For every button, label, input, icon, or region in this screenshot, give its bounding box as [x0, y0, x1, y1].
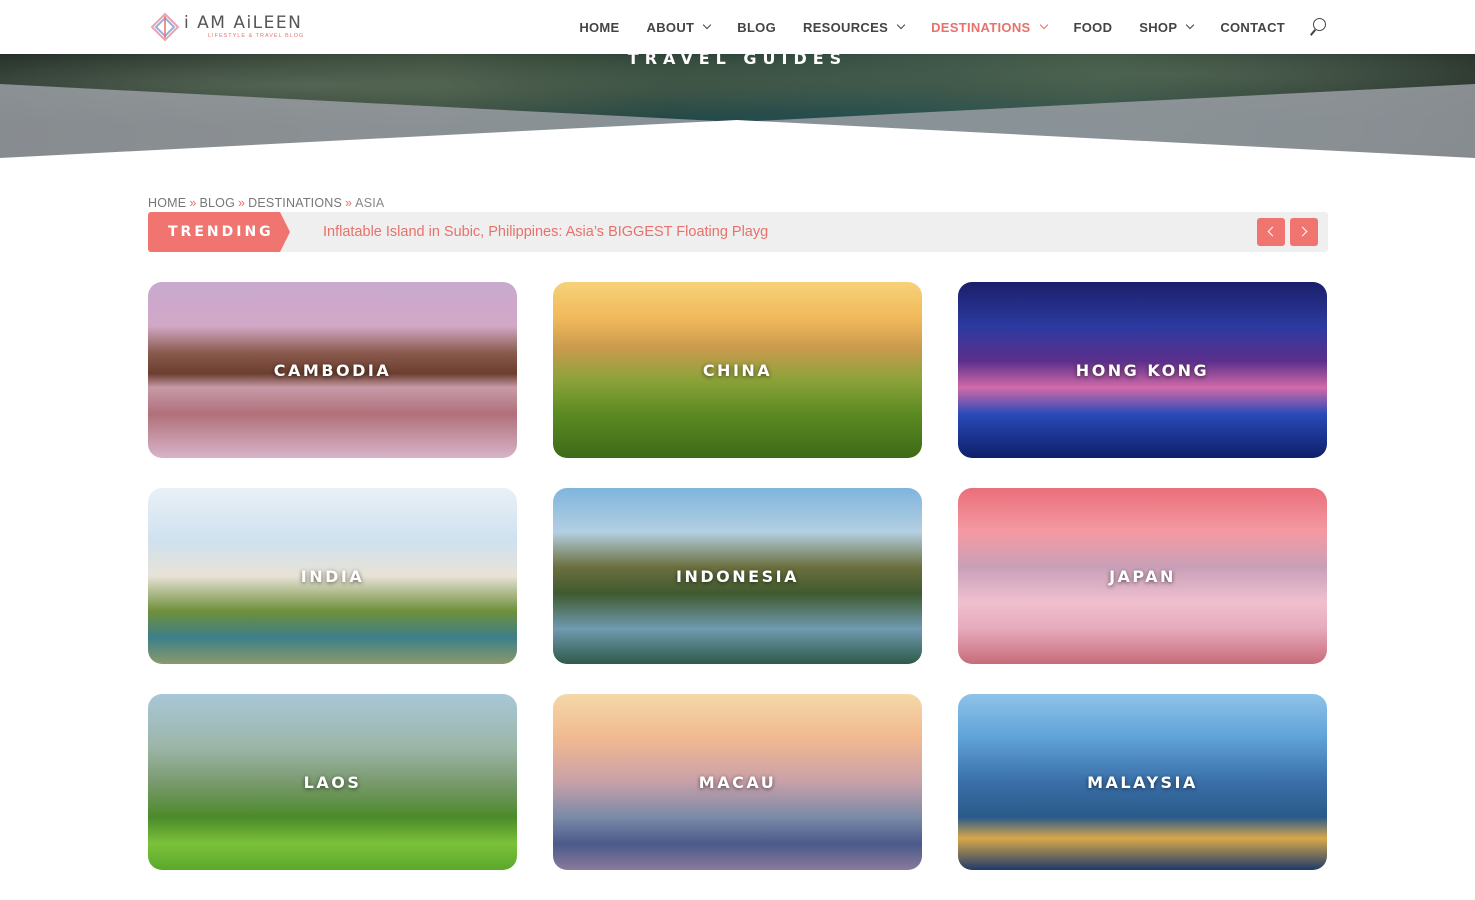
destination-card-macau[interactable]: MACAU [553, 694, 922, 870]
destination-name: CAMBODIA [273, 360, 392, 380]
breadcrumb-separator: » [189, 196, 197, 210]
nav-label: DESTINATIONS [931, 19, 1031, 35]
destination-name: INDONESIA [676, 566, 799, 586]
nav-label: FOOD [1073, 19, 1113, 35]
nav-item-destinations[interactable]: DESTINATIONS [931, 19, 1048, 35]
hero-wave-divider [0, 84, 1475, 158]
logo-text: i AM AiLEEN LIFESTYLE & TRAVEL BLOG [184, 14, 304, 40]
breadcrumb: HOME» BLOG» DESTINATIONS» ASIA [148, 196, 384, 210]
trending-headline-link[interactable]: Inflatable Island in Subic, Philippines:… [323, 212, 789, 252]
destination-card-hong-kong[interactable]: HONG KONG [958, 282, 1327, 458]
chevron-down-icon [1039, 20, 1048, 30]
trending-bar: TRENDING Inflatable Island in Subic, Phi… [148, 212, 1328, 252]
site-header: i AM AiLEEN LIFESTYLE & TRAVEL BLOG HOME… [0, 0, 1475, 54]
destination-name: MALAYSIA [1087, 772, 1198, 792]
nav-label: BLOG [737, 19, 777, 35]
nav-item-contact[interactable]: CONTACT [1220, 20, 1285, 35]
destination-name: INDIA [300, 566, 365, 586]
nav-item-blog[interactable]: BLOG [737, 20, 776, 35]
nav-label: ABOUT [646, 19, 695, 35]
destination-name: MACAU [698, 772, 777, 792]
trending-next-button[interactable] [1290, 218, 1318, 246]
breadcrumb-blog[interactable]: BLOG [199, 196, 235, 210]
nav-label: RESOURCES [803, 19, 889, 35]
logo-tagline: LIFESTYLE & TRAVEL BLOG [208, 33, 305, 39]
nav-item-shop[interactable]: SHOP [1139, 19, 1195, 35]
logo-diamond-icon [150, 12, 180, 42]
trending-label: TRENDING [148, 212, 290, 252]
nav-label: SHOP [1139, 19, 1178, 35]
destinations-grid: CAMBODIA CHINA HONG KONG INDIA INDONESIA… [148, 282, 1328, 870]
logo-wordmark: i AM AiLEEN [184, 13, 303, 33]
breadcrumb-home[interactable]: HOME [148, 196, 186, 210]
breadcrumb-destinations[interactable]: DESTINATIONS [248, 196, 342, 210]
destination-card-india[interactable]: INDIA [148, 488, 517, 664]
site-logo[interactable]: i AM AiLEEN LIFESTYLE & TRAVEL BLOG [150, 10, 310, 44]
destination-card-indonesia[interactable]: INDONESIA [553, 488, 922, 664]
destination-name: JAPAN [1109, 566, 1176, 586]
chevron-down-icon [896, 20, 906, 30]
hero-banner: TRAVEL GUIDES [0, 54, 1475, 158]
breadcrumb-separator: » [238, 196, 246, 210]
destination-card-japan[interactable]: JAPAN [958, 488, 1327, 664]
destination-card-malaysia[interactable]: MALAYSIA [958, 694, 1327, 870]
nav-label: HOME [579, 19, 620, 35]
destination-name: CHINA [702, 360, 773, 380]
chevron-down-icon [703, 20, 712, 30]
chevron-right-icon [1297, 226, 1308, 237]
chevron-down-icon [1186, 20, 1195, 30]
nav-item-resources[interactable]: RESOURCES [803, 19, 906, 35]
breadcrumb-separator: » [345, 196, 353, 210]
destination-card-cambodia[interactable]: CAMBODIA [148, 282, 517, 458]
nav-item-about[interactable]: ABOUT [646, 19, 712, 35]
destination-card-china[interactable]: CHINA [553, 282, 922, 458]
search-icon[interactable] [1309, 17, 1327, 37]
chevron-left-icon [1267, 226, 1278, 237]
destination-name: HONG KONG [1075, 360, 1210, 380]
breadcrumb-current: ASIA [355, 196, 385, 210]
main-nav: HOME ABOUT BLOG RESOURCES DESTINATIONS F… [552, 0, 1327, 54]
destination-name: LAOS [303, 772, 362, 792]
destination-card-laos[interactable]: LAOS [148, 694, 517, 870]
nav-item-home[interactable]: HOME [579, 20, 619, 35]
nav-item-food[interactable]: FOOD [1074, 20, 1113, 35]
nav-label: CONTACT [1220, 19, 1285, 35]
trending-prev-button[interactable] [1257, 218, 1285, 246]
